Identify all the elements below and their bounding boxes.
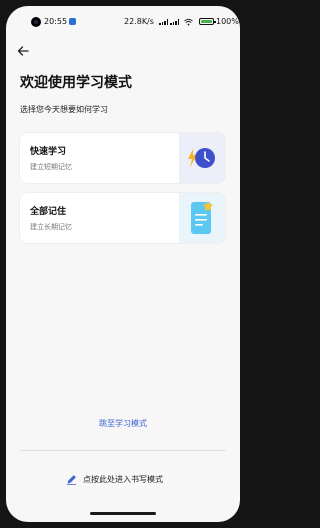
option-card-remember-all[interactable]: 全部记住 建立长期记忆 [20,193,225,243]
phone-frame: 20:55 22.8K/s 100% 欢迎使用学习模式 选择您今天想要如何学习 … [0,0,246,528]
network-speed: 22.8K/s [124,17,154,26]
option-card-quick-study[interactable]: 快速学习 建立短期记忆 [20,133,225,183]
write-mode-button[interactable]: 点按此处进入书写模式 [66,473,163,485]
wifi-icon [184,18,193,26]
option-title: 快速学习 [30,147,67,157]
option-image [179,133,225,183]
option-image [179,193,225,243]
option-title: 全部记住 [30,207,67,217]
notepad-star-icon [191,201,214,234]
write-mode-label: 点按此处进入书写模式 [83,474,163,484]
option-description: 建立短期记忆 [30,163,72,171]
pen-icon [67,474,76,485]
arrow-left-icon[interactable] [16,44,30,58]
battery-percent: 100% [216,17,239,26]
signal-2-icon [170,19,179,25]
page-title: 欢迎使用学习模式 [20,75,132,91]
page-subtitle: 选择您今天想要如何学习 [20,105,108,114]
notification-app-icon [69,18,76,25]
status-time: 20:55 [44,17,68,26]
status-bar: 20:55 22.8K/s 100% [6,6,240,34]
camera-cutout [31,17,41,27]
switch-to-study-mode-link[interactable]: 跳至学习模式 [6,418,240,429]
battery-icon [199,18,216,25]
signal-1-icon [159,19,168,25]
option-description: 建立长期记忆 [30,223,72,231]
lightning-clock-icon [188,148,215,168]
divider [20,450,226,451]
app-screen: 20:55 22.8K/s 100% 欢迎使用学习模式 选择您今天想要如何学习 … [6,6,240,522]
home-indicator[interactable] [90,512,156,515]
